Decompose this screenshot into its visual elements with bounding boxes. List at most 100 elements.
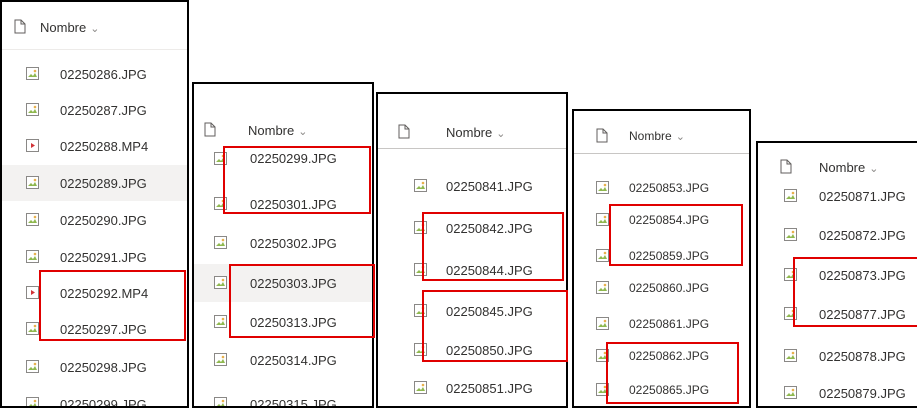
column-header[interactable]: Nombre ⌄ [2,15,187,39]
image-icon [26,176,39,189]
highlight-box [39,270,186,341]
file-name: 02250287.JPG [60,102,147,118]
image-icon [214,276,227,289]
file-name: 02250299.JPG [60,396,147,408]
column-header[interactable]: Nombre ⌄ [574,125,749,147]
image-icon [414,179,427,192]
file-row[interactable]: 02250872.JPG [758,221,917,249]
video-icon [26,139,39,152]
file-row[interactable]: 02250841.JPG [378,172,566,200]
highlight-box [223,146,371,214]
file-name: 02250302.JPG [250,235,337,251]
file-row[interactable]: 02250287.JPG [2,95,187,125]
name-column-label: Nombre ⌄ [629,129,685,143]
file-type-icon [780,159,792,174]
file-row[interactable]: 02250291.JPG [2,242,187,272]
file-name: 02250872.JPG [819,227,906,243]
chevron-down-icon: ⌄ [90,22,100,35]
video-icon [26,286,39,299]
image-icon [596,213,609,226]
file-row[interactable]: 02250290.JPG [2,205,187,235]
image-icon [214,315,227,328]
file-row[interactable]: 02250298.JPG [2,352,187,382]
image-icon [26,322,39,335]
image-icon [26,213,39,226]
image-icon [26,250,39,263]
file-name: 02250290.JPG [60,212,147,228]
file-name: 02250315.JPG [250,396,337,408]
chevron-down-icon: ⌄ [298,125,308,138]
name-column-label: Nombre ⌄ [819,160,878,175]
file-name: 02250853.JPG [629,181,710,195]
file-list-panel-1: Nombre ⌄ 02250286.JPG 02250287.JPG 022502… [0,0,189,408]
file-row[interactable]: 02250861.JPG [574,311,749,337]
file-name: 02250878.JPG [819,348,906,364]
file-name: 02250314.JPG [250,352,337,368]
image-icon [784,349,797,362]
image-icon [596,317,609,330]
file-name: 02250871.JPG [819,188,906,204]
name-column-label: Nombre ⌄ [40,20,99,35]
chevron-down-icon: ⌄ [869,162,879,175]
image-icon [26,397,39,406]
name-column-text: Nombre [446,124,493,140]
scrolled-row-edge [574,153,749,154]
chevron-down-icon: ⌄ [675,131,685,143]
highlight-box [422,212,564,281]
file-name: 02250861.JPG [629,317,710,331]
name-column-label: Nombre ⌄ [248,123,307,138]
highlight-box [606,342,739,404]
file-row[interactable]: 02250878.JPG [758,342,917,370]
column-header[interactable]: Nombre ⌄ [194,118,372,142]
header-divider [2,49,187,50]
file-name: 02250291.JPG [60,249,147,265]
file-row[interactable]: 02250315.JPG [194,390,372,408]
image-icon [26,67,39,80]
column-header[interactable]: Nombre ⌄ [758,155,917,179]
image-icon [596,181,609,194]
image-icon [596,281,609,294]
file-row[interactable]: 02250879.JPG [758,379,917,406]
name-column-label: Nombre ⌄ [446,125,505,140]
scrolled-row-edge [378,148,566,149]
image-icon [784,189,797,202]
file-type-icon [596,128,608,143]
file-row[interactable]: 02250860.JPG [574,275,749,301]
highlight-box [229,264,375,338]
file-name: 02250289.JPG [60,175,147,191]
file-name: 02250288.MP4 [60,138,149,154]
file-row-selected[interactable]: 02250289.JPG [2,165,187,201]
file-type-icon [204,122,216,137]
name-column-text: Nombre [248,122,295,138]
file-row[interactable]: 02250299.JPG [2,389,187,408]
chevron-down-icon: ⌄ [496,127,506,140]
column-header[interactable]: Nombre ⌄ [378,120,566,144]
file-type-icon [398,124,410,139]
highlight-box [422,290,568,362]
file-name: 02250860.JPG [629,281,710,295]
highlight-box [609,204,743,266]
file-type-icon [14,19,26,34]
file-name: 02250851.JPG [446,380,533,396]
image-icon [784,228,797,241]
file-row[interactable]: 02250871.JPG [758,183,917,209]
image-icon [26,103,39,116]
file-name: 02250841.JPG [446,178,533,194]
file-row[interactable]: 02250288.MP4 [2,131,187,161]
file-row[interactable]: 02250286.JPG [2,59,187,89]
image-icon [414,381,427,394]
file-row[interactable]: 02250314.JPG [194,346,372,374]
image-icon [214,236,227,249]
file-list-panel-2: Nombre ⌄ 02250299.JPG 02250301.JPG 022503… [192,82,374,408]
image-icon [214,353,227,366]
file-row[interactable]: 02250851.JPG [378,374,566,402]
name-column-text: Nombre [819,159,866,175]
file-name: 02250286.JPG [60,66,147,82]
image-icon [596,249,609,262]
image-icon [26,360,39,373]
file-name: 02250298.JPG [60,359,147,375]
highlight-box [793,257,917,327]
file-row[interactable]: 02250302.JPG [194,228,372,258]
file-name: 02250879.JPG [819,385,906,401]
file-row[interactable]: 02250853.JPG [574,175,749,201]
